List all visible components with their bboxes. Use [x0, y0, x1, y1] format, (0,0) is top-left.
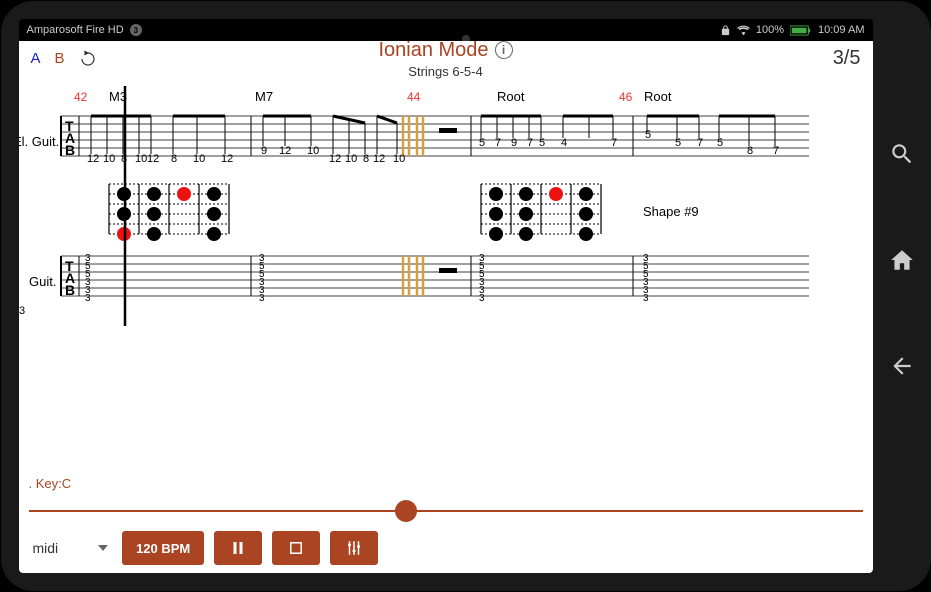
svg-text:10: 10 — [393, 153, 405, 165]
track-label: Guit. — [29, 274, 56, 289]
svg-text:10: 10 — [193, 153, 205, 165]
interval-label: M7 — [255, 89, 273, 104]
bpm-button[interactable]: 120 BPM — [122, 531, 204, 565]
svg-text:7: 7 — [697, 137, 703, 149]
lock-icon — [720, 25, 731, 36]
svg-text:4: 4 — [561, 137, 567, 149]
fretboard-diagram — [481, 184, 601, 241]
home-icon[interactable] — [889, 247, 915, 273]
score-area[interactable]: 42 M3 M7 44 Root 46 Root El. Guit. T A B — [19, 76, 873, 468]
svg-text:10: 10 — [103, 153, 115, 165]
pause-button[interactable] — [214, 531, 262, 565]
svg-text:12: 12 — [373, 153, 385, 165]
bar-number: 46 — [619, 90, 633, 104]
svg-text:12: 12 — [221, 153, 233, 165]
battery-percent: 100% — [756, 24, 784, 36]
svg-text:7: 7 — [495, 137, 501, 149]
fretboard-diagram — [109, 184, 229, 241]
back-icon[interactable] — [889, 353, 915, 379]
svg-text:3: 3 — [479, 293, 485, 304]
slider-thumb[interactable] — [395, 500, 417, 522]
loop-icon[interactable] — [79, 50, 97, 68]
position-slider[interactable] — [29, 501, 863, 521]
interval-label: Root — [497, 89, 525, 104]
svg-text:9: 9 — [511, 137, 517, 149]
key-label: . Key:C — [29, 476, 863, 491]
svg-text:10: 10 — [345, 153, 357, 165]
wifi-icon — [737, 24, 750, 37]
svg-text:10: 10 — [135, 153, 147, 165]
svg-text:8: 8 — [363, 153, 369, 165]
svg-text:3: 3 — [259, 293, 265, 304]
mixer-button[interactable] — [330, 531, 378, 565]
shape-label: Shape #9 — [643, 204, 699, 219]
svg-text:3: 3 — [19, 305, 25, 317]
svg-text:10: 10 — [307, 145, 319, 157]
time: 10:09 AM — [818, 24, 864, 36]
chevron-down-icon — [98, 545, 108, 551]
svg-text:5: 5 — [645, 129, 651, 141]
bar-number: 44 — [407, 90, 421, 104]
rest — [439, 128, 457, 133]
stop-button[interactable] — [272, 531, 320, 565]
track-label: El. Guit. — [19, 134, 59, 149]
svg-text:12: 12 — [87, 153, 99, 165]
battery-icon — [790, 25, 812, 36]
svg-text:8: 8 — [171, 153, 177, 165]
marker-a[interactable]: A — [31, 50, 41, 67]
interval-label: Root — [644, 89, 672, 104]
notification-badge: 3 — [130, 24, 142, 36]
search-icon[interactable] — [889, 141, 915, 167]
svg-text:5: 5 — [479, 137, 485, 149]
svg-text:3: 3 — [643, 293, 649, 304]
device-name: Amparosoft Fire HD — [27, 24, 124, 36]
svg-text:12: 12 — [147, 153, 159, 165]
svg-text:7: 7 — [773, 145, 779, 157]
svg-text:12: 12 — [279, 145, 291, 157]
svg-text:5: 5 — [675, 137, 681, 149]
svg-text:7: 7 — [527, 137, 533, 149]
bar-number: 42 — [74, 90, 88, 104]
svg-text:8: 8 — [747, 145, 753, 157]
marker-b[interactable]: B — [55, 50, 65, 67]
page-title: Ionian Mode — [378, 39, 488, 62]
svg-text:3: 3 — [85, 293, 91, 304]
svg-text:12: 12 — [329, 153, 341, 165]
svg-text:5: 5 — [717, 137, 723, 149]
page-counter: 3/5 — [833, 47, 861, 70]
output-select[interactable]: midi — [29, 540, 113, 556]
svg-text:5: 5 — [539, 137, 545, 149]
svg-text:7: 7 — [611, 137, 617, 149]
info-icon[interactable]: i — [495, 41, 513, 59]
svg-text:9: 9 — [261, 145, 267, 157]
rest — [439, 268, 457, 273]
